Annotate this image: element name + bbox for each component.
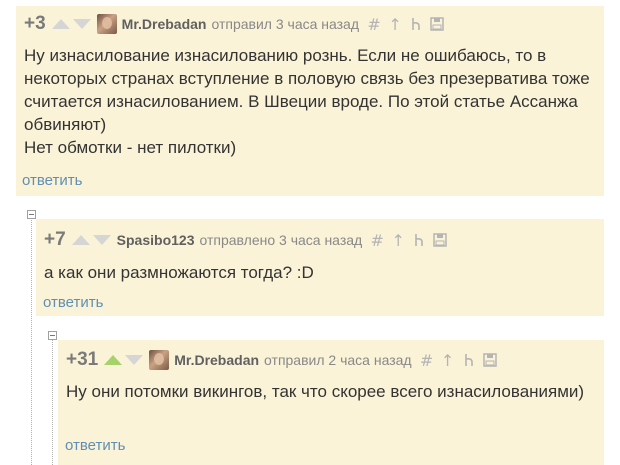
reply-link[interactable]: ответить bbox=[43, 294, 103, 311]
hash-link-icon[interactable]: # bbox=[420, 351, 434, 370]
save-icon[interactable] bbox=[482, 351, 497, 369]
branch-icon[interactable] bbox=[412, 231, 426, 249]
branch-icon[interactable] bbox=[462, 351, 476, 369]
downvote-arrow-icon[interactable] bbox=[92, 235, 111, 245]
thread-line-2 bbox=[52, 337, 53, 465]
thread-line-1 bbox=[31, 216, 32, 465]
collapse-icon[interactable] bbox=[27, 210, 36, 219]
reply-link[interactable]: ответить bbox=[65, 437, 125, 454]
comment-author[interactable]: Mr.Drebadan bbox=[122, 16, 207, 32]
comment-text: Ну изнасилование изнасилованию рознь. Ес… bbox=[24, 46, 590, 157]
downvote-arrow-icon[interactable] bbox=[125, 355, 144, 365]
comment-timestamp: отправил 3 часа назад bbox=[211, 16, 360, 32]
comment-author[interactable]: Spasibo123 bbox=[117, 232, 195, 248]
comment-author[interactable]: Mr.Drebadan bbox=[174, 352, 259, 368]
upvote-arrow-icon[interactable] bbox=[51, 19, 70, 29]
reply-link[interactable]: ответить bbox=[22, 172, 82, 189]
comment-header: +7 Spasibo123 отправлено 3 часа назад # … bbox=[36, 226, 604, 254]
comment-header: +3 Mr.Drebadan отправил 3 часа назад # ↑ bbox=[16, 10, 604, 38]
upvote-arrow-icon[interactable] bbox=[71, 235, 90, 245]
parent-arrow-icon[interactable]: ↑ bbox=[441, 351, 455, 370]
comment-header: +31 Mr.Drebadan отправил 2 часа назад # … bbox=[58, 346, 604, 374]
comment-rating: +7 bbox=[44, 229, 66, 250]
comment-1: +3 Mr.Drebadan отправил 3 часа назад # ↑… bbox=[16, 6, 604, 196]
comment-rating: +3 bbox=[24, 13, 46, 34]
comment-rating: +31 bbox=[66, 349, 99, 370]
branch-icon[interactable] bbox=[409, 15, 423, 33]
hash-link-icon[interactable]: # bbox=[370, 231, 384, 250]
upvote-arrow-icon[interactable] bbox=[104, 355, 123, 365]
collapse-icon[interactable] bbox=[48, 331, 57, 340]
parent-arrow-icon[interactable]: ↑ bbox=[391, 231, 405, 250]
comment-timestamp: отправлено 3 часа назад bbox=[199, 232, 363, 248]
parent-arrow-icon[interactable]: ↑ bbox=[388, 15, 402, 34]
avatar[interactable] bbox=[96, 14, 117, 34]
save-icon[interactable] bbox=[430, 15, 444, 33]
downvote-arrow-icon[interactable] bbox=[72, 19, 91, 29]
avatar[interactable] bbox=[149, 350, 170, 370]
hash-link-icon[interactable]: # bbox=[367, 15, 381, 34]
comment-text: Ну они потомки викингов, так что скорее … bbox=[66, 382, 585, 401]
comment-timestamp: отправил 2 часа назад bbox=[264, 352, 412, 368]
comment-text: а как они размножаются тогда? :D bbox=[44, 263, 314, 282]
save-icon[interactable] bbox=[433, 231, 447, 249]
comment-2: +7 Spasibo123 отправлено 3 часа назад # … bbox=[36, 219, 604, 316]
comment-3: +31 Mr.Drebadan отправил 2 часа назад # … bbox=[58, 340, 604, 465]
